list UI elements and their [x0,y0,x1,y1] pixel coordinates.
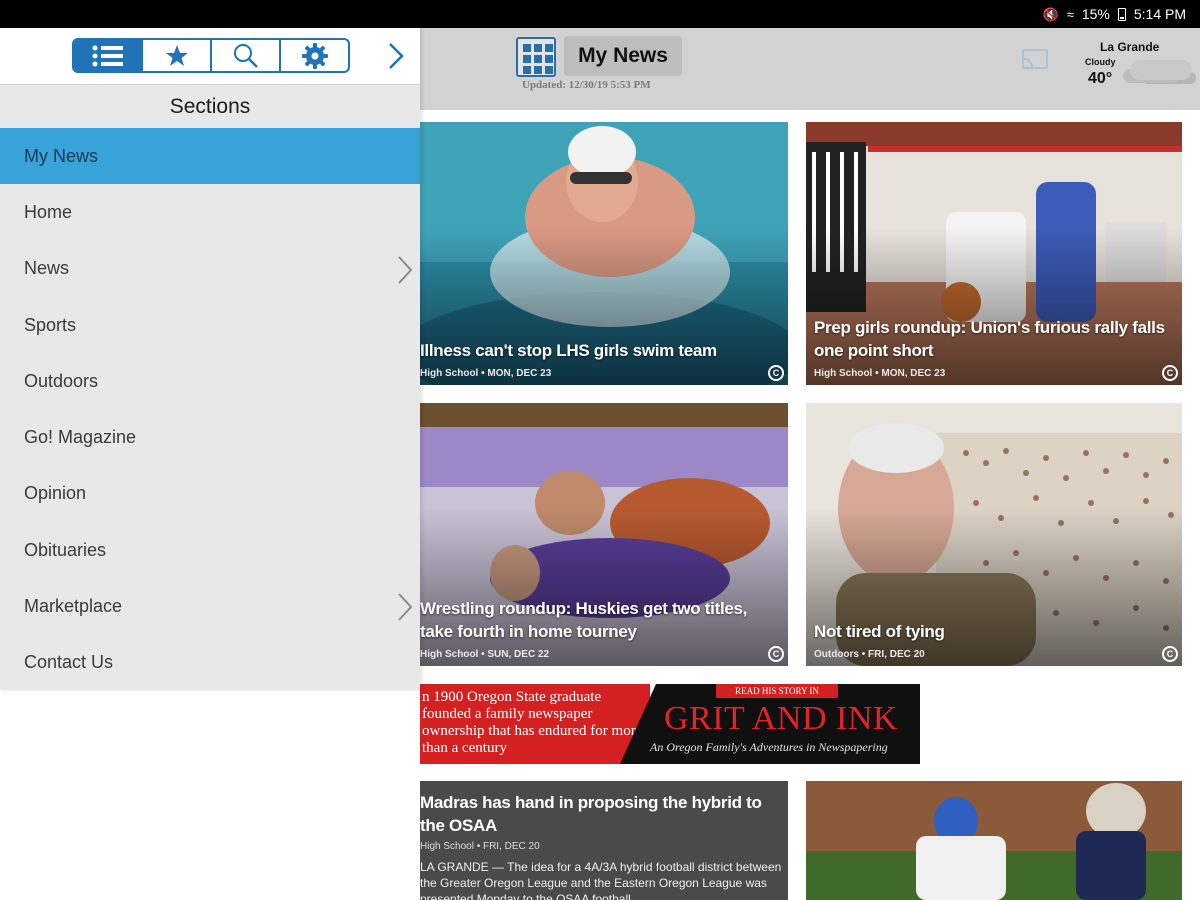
story-card-fly-tying[interactable]: Not tired of tying Outdoors • FRI, DEC 2… [806,403,1182,666]
sidebar-item-label: Sports [24,314,77,335]
advertisement-banner[interactable]: n 1900 Oregon State graduate founded a f… [420,684,920,764]
drawer-tab-group [72,38,350,73]
drawer-toolbar [0,28,420,84]
story-meta: High School • MON, DEC 23 [814,368,946,379]
sidebar-item-label: Contact Us [24,652,114,673]
sections-drawer: Sections My News Home News Sports Outdoors Go… [0,28,420,690]
story-headline: Illness can't stop LHS girls swim team [420,341,717,360]
status-bar: 🔇 ≈ 15% 5:14 PM [0,0,1200,28]
copyright-icon: C [1162,646,1178,662]
sidebar-item-go-magazine[interactable]: Go! Magazine [0,409,420,465]
sidebar-item-label: Go! Magazine [24,427,137,448]
cast-icon[interactable] [1022,49,1048,69]
story-meta: High School • FRI, DEC 20 [420,841,540,852]
sidebar-item-marketplace[interactable]: Marketplace [0,578,420,634]
story-headline: Prep girls roundup: Union's furious rall… [814,318,1165,360]
ad-read-tag: READ HIS STORY IN [716,684,838,698]
page-title[interactable]: My News [564,36,682,76]
grid-view-icon[interactable] [516,37,556,77]
updated-timestamp: Updated: 12/30/19 5:53 PM [522,79,651,91]
chevron-right-icon [398,593,413,622]
story-card-basketball[interactable]: Prep girls roundup: Union's furious rall… [806,122,1182,385]
wifi-icon: ≈ [1066,6,1074,22]
app-root: 🔇 ≈ 15% 5:14 PM My News Updated: 12/30/1… [0,0,1200,900]
sidebar-item-label: My News [24,145,99,166]
story-headline: Not tired of tying [814,622,945,641]
football-photo [806,781,1182,900]
sidebar-item-label: News [24,258,70,279]
clock: 5:14 PM [1133,6,1186,22]
battery-percent: 15% [1081,6,1110,22]
story-excerpt: LA GRANDE — The idea for a 4A/3A hybrid … [420,860,782,900]
copyright-icon: C [768,646,784,662]
battery-icon [1117,7,1126,21]
star-icon[interactable] [143,40,212,71]
gear-icon[interactable] [281,40,348,71]
list-icon[interactable] [74,40,143,71]
story-card-football[interactable] [806,781,1182,900]
weather-condition: Cloudy [1085,57,1116,67]
weather-temperature: 40° [1088,70,1113,87]
sections-heading: Sections [0,84,420,128]
ad-title: GRIT AND INK [664,700,898,737]
story-card-wrestling[interactable]: Wrestling roundup: Huskies get two title… [420,403,788,666]
story-headline: Madras has hand in proposing the hybrid … [420,793,762,835]
story-headline: Wrestling roundup: Huskies get two title… [420,599,748,641]
sidebar-item-label: Marketplace [24,596,123,617]
sidebar-item-obituaries[interactable]: Obituaries [0,522,420,578]
sidebar-item-my-news[interactable]: My News [0,128,420,185]
copyright-icon: C [1162,365,1178,381]
sidebar-item-label: Home [24,201,73,222]
sidebar-item-home[interactable]: Home [0,184,420,240]
ad-left-text: n 1900 Oregon State graduate founded a f… [420,684,650,764]
sidebar-item-label: Outdoors [24,370,99,391]
chevron-right-icon [398,255,413,284]
sidebar-item-label: Obituaries [24,539,107,560]
story-meta: High School • SUN, DEC 22 [420,649,550,660]
copyright-icon: C [768,365,784,381]
weather-city: La Grande [1100,40,1160,54]
sidebar-item-sports[interactable]: Sports [0,297,420,353]
sidebar-item-news[interactable]: News [0,241,420,297]
story-meta: Outdoors • FRI, DEC 20 [814,649,925,660]
sidebar-item-outdoors[interactable]: Outdoors [0,353,420,409]
ad-subtitle: An Oregon Family's Adventures in Newspap… [650,740,888,754]
search-icon[interactable] [212,40,281,71]
story-card-madras[interactable]: Madras has hand in proposing the hybrid … [420,781,788,900]
sidebar-item-opinion[interactable]: Opinion [0,466,420,522]
mute-icon: 🔇 [1042,6,1059,22]
story-card-swim[interactable]: Illness can't stop LHS girls swim team H… [420,122,788,385]
sidebar-item-contact-us[interactable]: Contact Us [0,635,420,691]
story-meta: High School • MON, DEC 23 [420,368,552,379]
sections-menu: My News Home News Sports Outdoors Go! Magazin… [0,128,420,691]
cloud-icon [1130,60,1192,80]
sidebar-item-label: Opinion [24,483,87,504]
chevron-right-icon[interactable] [384,41,408,71]
weather-widget[interactable]: La Grande Cloudy 40° [1082,40,1192,96]
